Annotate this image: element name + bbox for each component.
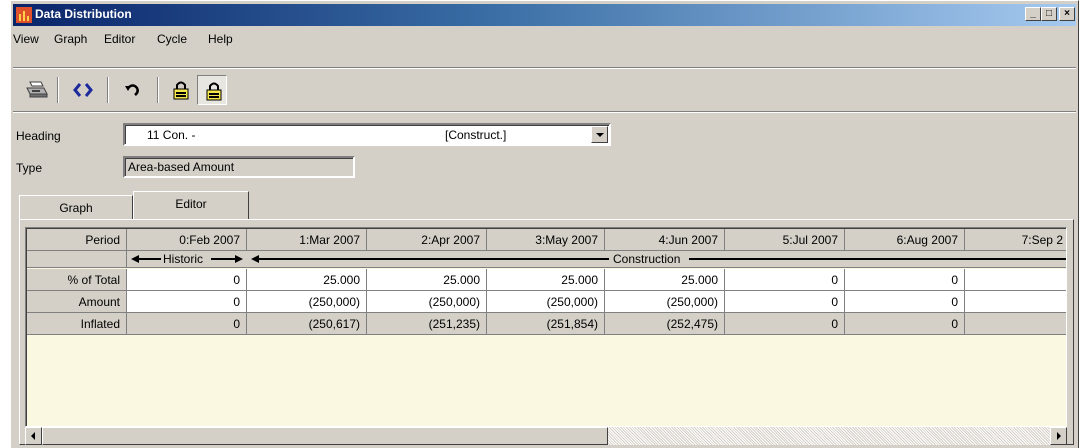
period-header[interactable]: 6:Aug 2007	[845, 229, 965, 251]
arrow-left-icon	[31, 432, 35, 440]
row-header: % of Total	[27, 269, 127, 291]
lock-icon	[173, 81, 189, 100]
table-cell: (250,617)	[247, 313, 367, 335]
row-header: Amount	[27, 291, 127, 313]
maximize-button[interactable]: □	[1041, 7, 1057, 21]
arrow-right-icon	[1057, 432, 1061, 440]
table-cell[interactable]	[965, 269, 1066, 291]
period-header[interactable]: 1:Mar 2007	[247, 229, 367, 251]
unlock-button[interactable]	[197, 75, 227, 105]
menu-separator	[13, 67, 1076, 69]
lock-button[interactable]	[165, 75, 195, 105]
tab-label: Editor	[175, 197, 207, 211]
refresh-button[interactable]	[67, 75, 97, 105]
table-cell[interactable]: 25.000	[367, 269, 487, 291]
type-field: Area-based Amount	[123, 156, 355, 178]
table-cell: 0	[845, 313, 965, 335]
heading-code: 11 Con. -	[147, 128, 196, 142]
table-cell[interactable]: 25.000	[605, 269, 725, 291]
app-icon	[16, 7, 32, 23]
period-header[interactable]: 7:Sep 2	[965, 229, 1066, 251]
table-cell[interactable]: (250,000)	[247, 291, 367, 313]
print-button[interactable]	[21, 75, 51, 105]
historic-label: Historic	[163, 252, 204, 266]
type-label: Type	[16, 161, 43, 175]
chevron-down-icon[interactable]	[591, 126, 608, 143]
heading-description: [Construct.]	[445, 128, 507, 142]
menu-bar: View Graph Editor Cycle Help	[13, 29, 1076, 49]
period-header[interactable]: 2:Apr 2007	[367, 229, 487, 251]
table-cell: 0	[127, 313, 247, 335]
scroll-right-button[interactable]	[1050, 427, 1067, 445]
heading-select[interactable]: 11 Con. - [Construct.]	[123, 123, 611, 146]
tab-editor[interactable]: Editor	[133, 191, 249, 219]
scrollbar-track[interactable]	[608, 427, 1050, 445]
toolbar-separator	[157, 77, 159, 103]
table-cell[interactable]: 25.000	[487, 269, 605, 291]
toolbar	[13, 71, 1076, 109]
period-header[interactable]: 4:Jun 2007	[605, 229, 725, 251]
table-cell[interactable]: (250,000)	[605, 291, 725, 313]
table-cell: (251,854)	[487, 313, 605, 335]
window-title: Data Distribution	[35, 7, 132, 21]
tab-label: Graph	[59, 201, 93, 215]
table-cell[interactable]: 25.000	[247, 269, 367, 291]
data-grid[interactable]: Period 0:Feb 2007 1:Mar 2007 2:Apr 2007 …	[25, 227, 1067, 427]
table-cell[interactable]: 0	[127, 269, 247, 291]
undo-icon	[125, 84, 139, 96]
table-cell[interactable]: 0	[845, 269, 965, 291]
toolbar-separator	[57, 77, 59, 103]
row-header: Period	[27, 229, 127, 251]
toolbar-separator-line	[13, 111, 1076, 113]
period-header[interactable]: 5:Jul 2007	[725, 229, 845, 251]
data-distribution-window: Data Distribution _ □ × View Graph Edito…	[10, 0, 1079, 448]
menu-view[interactable]: View	[13, 32, 39, 46]
menu-graph[interactable]: Graph	[54, 32, 87, 46]
menu-cycle[interactable]: Cycle	[157, 32, 187, 46]
table-cell[interactable]: 0	[725, 269, 845, 291]
table-cell[interactable]: 0	[127, 291, 247, 313]
horizontal-scrollbar[interactable]	[25, 427, 1067, 445]
close-button[interactable]: ×	[1059, 7, 1075, 21]
period-header[interactable]: 3:May 2007	[487, 229, 605, 251]
printer-icon	[26, 81, 48, 98]
table-cell: 0	[725, 313, 845, 335]
row-header: Inflated	[27, 313, 127, 335]
menu-editor[interactable]: Editor	[104, 32, 135, 46]
title-bar[interactable]: Data Distribution _ □ ×	[13, 4, 1076, 26]
undo-button[interactable]	[117, 75, 147, 105]
refresh-icon	[73, 83, 93, 97]
menu-help[interactable]: Help	[208, 32, 233, 46]
table-cell: (252,475)	[605, 313, 725, 335]
heading-label: Heading	[16, 129, 61, 143]
toolbar-separator	[107, 77, 109, 103]
table-cell	[965, 313, 1066, 335]
tab-graph[interactable]: Graph	[19, 195, 133, 219]
table-cell[interactable]: 0	[845, 291, 965, 313]
table-cell[interactable]: (250,000)	[487, 291, 605, 313]
scrollbar-thumb[interactable]	[42, 427, 608, 445]
construction-label: Construction	[613, 252, 681, 266]
table-cell[interactable]	[965, 291, 1066, 313]
unlock-icon	[206, 82, 222, 101]
type-value: Area-based Amount	[128, 160, 235, 174]
table-cell[interactable]: (250,000)	[367, 291, 487, 313]
table-cell: (251,235)	[367, 313, 487, 335]
scroll-left-button[interactable]	[25, 427, 42, 445]
minimize-button[interactable]: _	[1025, 7, 1041, 21]
phase-timeline: Historic Construction	[27, 251, 1066, 268]
table-cell[interactable]: 0	[725, 291, 845, 313]
period-header[interactable]: 0:Feb 2007	[127, 229, 247, 251]
